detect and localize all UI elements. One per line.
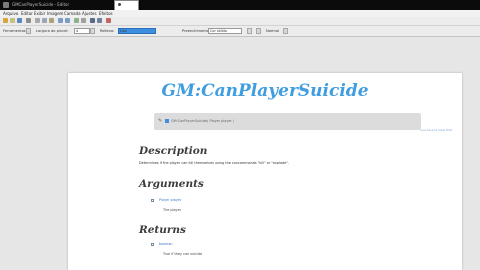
menu-item-editar[interactable]: Editar (21, 10, 33, 17)
description-heading: Description (139, 145, 208, 157)
antialias-select[interactable]: Cor sólida (208, 28, 242, 34)
title-bar: GMCanPlayerSuicide - Editor (0, 0, 480, 10)
history-icon[interactable] (97, 18, 102, 23)
description-text: Determines if the player can kill themse… (139, 161, 289, 165)
redo-icon[interactable] (65, 18, 70, 23)
main-toolbar (0, 17, 480, 26)
hook-icon (165, 119, 169, 123)
colors-icon[interactable] (106, 18, 111, 23)
print-icon[interactable] (26, 18, 31, 23)
window-title: GMCanPlayerSuicide - Editor (12, 2, 70, 7)
app-logo-icon (3, 2, 9, 8)
paste-icon[interactable] (49, 18, 54, 23)
function-signature-bar: ✎ GM:CanPlayerSuicide( Player player ) (154, 113, 421, 130)
undo-icon[interactable] (58, 18, 63, 23)
return-type[interactable]: boolean (159, 242, 173, 247)
blend-mode-label[interactable]: Normal (266, 27, 279, 35)
menu-item-ajustes[interactable]: Ajustes (82, 10, 97, 17)
layers-icon[interactable] (90, 18, 95, 23)
fill-label: Relleno: (100, 29, 115, 33)
tool-options-bar: Ferramentas: Largura do pincel: 4 Rellen… (0, 26, 480, 37)
brush-width-input[interactable]: 4 (74, 28, 90, 34)
return-description: True if they can suicide (163, 252, 203, 256)
chevron-down-icon[interactable] (283, 28, 288, 34)
menu-item-exibir[interactable]: Exibir (34, 10, 45, 17)
menu-bar: Arquivo Editar Exibir Imagem Camada Ajus… (0, 10, 480, 17)
open-folder-icon[interactable] (10, 18, 15, 23)
save-icon[interactable] (17, 18, 22, 23)
return-bullet-icon (151, 243, 154, 246)
blend-icon[interactable] (256, 28, 261, 34)
popup-icon (118, 3, 121, 6)
menu-item-camada[interactable]: Camada (64, 10, 81, 17)
function-signature: GM:CanPlayerSuicide( Player player ) (171, 119, 235, 123)
argument-bullet-icon (151, 199, 154, 202)
arguments-heading: Arguments (139, 178, 204, 190)
brush-width-stepper[interactable] (90, 28, 95, 34)
page-links[interactable]: Lua Source View Edit (421, 128, 452, 132)
brush-width-label: Largura do pincel: (36, 29, 69, 33)
brush-tool-icon[interactable] (26, 28, 31, 34)
cut-icon[interactable] (35, 18, 40, 23)
new-file-icon[interactable] (3, 18, 8, 23)
menu-item-imagem[interactable]: Imagem (47, 10, 63, 17)
returns-heading: Returns (139, 224, 186, 236)
document-page: GM:CanPlayerSuicide ✎ GM:CanPlayerSuicid… (68, 73, 462, 270)
grid-icon[interactable] (81, 18, 86, 23)
antialias-toggle-icon[interactable] (247, 28, 252, 34)
page-title: GM:CanPlayerSuicide (161, 81, 369, 101)
copy-icon[interactable] (42, 18, 47, 23)
menu-item-arquivo[interactable]: Arquivo (3, 10, 18, 17)
tool-label: Ferramentas: (3, 29, 27, 33)
menu-item-efeitos[interactable]: Efeitos (99, 10, 113, 17)
pencil-icon[interactable]: ✎ (158, 118, 162, 124)
argument-name[interactable]: Player player (159, 198, 181, 203)
antialias-label: Preenchimento: (182, 29, 211, 33)
crop-icon[interactable] (74, 18, 79, 23)
fill-select[interactable]: Liso (118, 28, 156, 34)
argument-description: The player (163, 208, 182, 212)
